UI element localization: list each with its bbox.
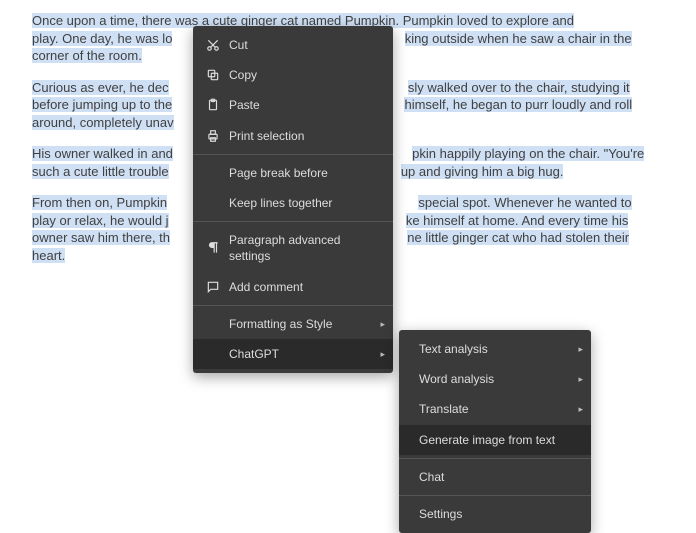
story-text: play or relax, he would j [32,213,169,228]
copy-icon [203,68,223,82]
menu-item-chatgpt[interactable]: ChatGPT ▸ [193,339,393,369]
submenu-label: Translate [419,401,581,417]
story-text: pkin happily playing on the chair. "You'… [412,146,644,161]
submenu-item-word-analysis[interactable]: Word analysis ▸ [399,364,591,394]
chevron-right-icon: ▸ [380,318,385,330]
submenu-item-translate[interactable]: Translate ▸ [399,394,591,424]
menu-label: Copy [229,67,383,83]
menu-item-formatting-as-style[interactable]: Formatting as Style ▸ [193,309,393,339]
story-text: sly walked over to the chair, studying i… [408,80,630,95]
story-text: such a cute little trouble [32,164,169,179]
submenu-item-chat[interactable]: Chat [399,462,591,492]
story-text: himself, he began to purr loudly and rol… [404,97,632,112]
submenu-label: Text analysis [419,341,581,357]
menu-label: Keep lines together [229,195,383,211]
menu-item-keep-lines-together[interactable]: Keep lines together [193,188,393,218]
menu-item-paste[interactable]: Paste [193,90,393,120]
submenu-label: Chat [419,469,581,485]
chevron-right-icon: ▸ [578,403,583,415]
menu-item-add-comment[interactable]: Add comment [193,272,393,302]
story-text: ke himself at home. And every time his [406,213,629,228]
menu-label: Paragraph advanced settings [229,232,383,264]
chevron-right-icon: ▸ [578,343,583,355]
menu-separator [193,154,393,155]
paste-icon [203,98,223,112]
context-submenu-chatgpt: Text analysis ▸ Word analysis ▸ Translat… [399,330,591,533]
menu-item-paragraph-advanced-settings[interactable]: Paragraph advanced settings [193,225,393,271]
menu-label: Add comment [229,279,383,295]
submenu-label: Settings [419,506,581,522]
submenu-item-generate-image-from-text[interactable]: Generate image from text [399,425,591,455]
story-text: corner of the room. [32,48,142,63]
menu-label: Paste [229,97,383,113]
submenu-label: Word analysis [419,371,581,387]
menu-separator [399,495,591,496]
menu-separator [193,305,393,306]
story-text: up and giving him a big hug. [401,164,564,179]
menu-item-page-break-before[interactable]: Page break before [193,158,393,188]
cut-icon [203,38,223,52]
menu-item-copy[interactable]: Copy [193,60,393,90]
story-text: His owner walked in and [32,146,173,161]
context-menu: Cut Copy Paste Print selection Page brea… [193,26,393,373]
submenu-item-text-analysis[interactable]: Text analysis ▸ [399,334,591,364]
story-text: ne little ginger cat who had stolen thei… [407,230,629,245]
story-text: special spot. Whenever he wanted to [418,195,631,210]
story-text: play. One day, he was lo [32,31,172,46]
menu-item-print-selection[interactable]: Print selection [193,121,393,151]
menu-label: Cut [229,37,383,53]
story-text: Curious as ever, he dec [32,80,169,95]
menu-label: ChatGPT [229,346,383,362]
paragraph-icon [203,241,223,255]
story-text: before jumping up to the [32,97,172,112]
comment-icon [203,280,223,294]
story-text: king outside when he saw a chair in the [405,31,632,46]
chevron-right-icon: ▸ [380,348,385,360]
story-text: owner saw him there, th [32,230,170,245]
menu-label: Formatting as Style [229,316,383,332]
story-text: From then on, Pumpkin [32,195,167,210]
story-text: heart. [32,248,65,263]
submenu-label: Generate image from text [419,432,581,448]
printer-icon [203,129,223,143]
menu-separator [193,221,393,222]
submenu-item-settings[interactable]: Settings [399,499,591,529]
menu-separator [399,458,591,459]
story-text: around, completely unav [32,115,174,130]
menu-item-cut[interactable]: Cut [193,30,393,60]
menu-label: Page break before [229,165,383,181]
menu-label: Print selection [229,128,383,144]
chevron-right-icon: ▸ [578,373,583,385]
